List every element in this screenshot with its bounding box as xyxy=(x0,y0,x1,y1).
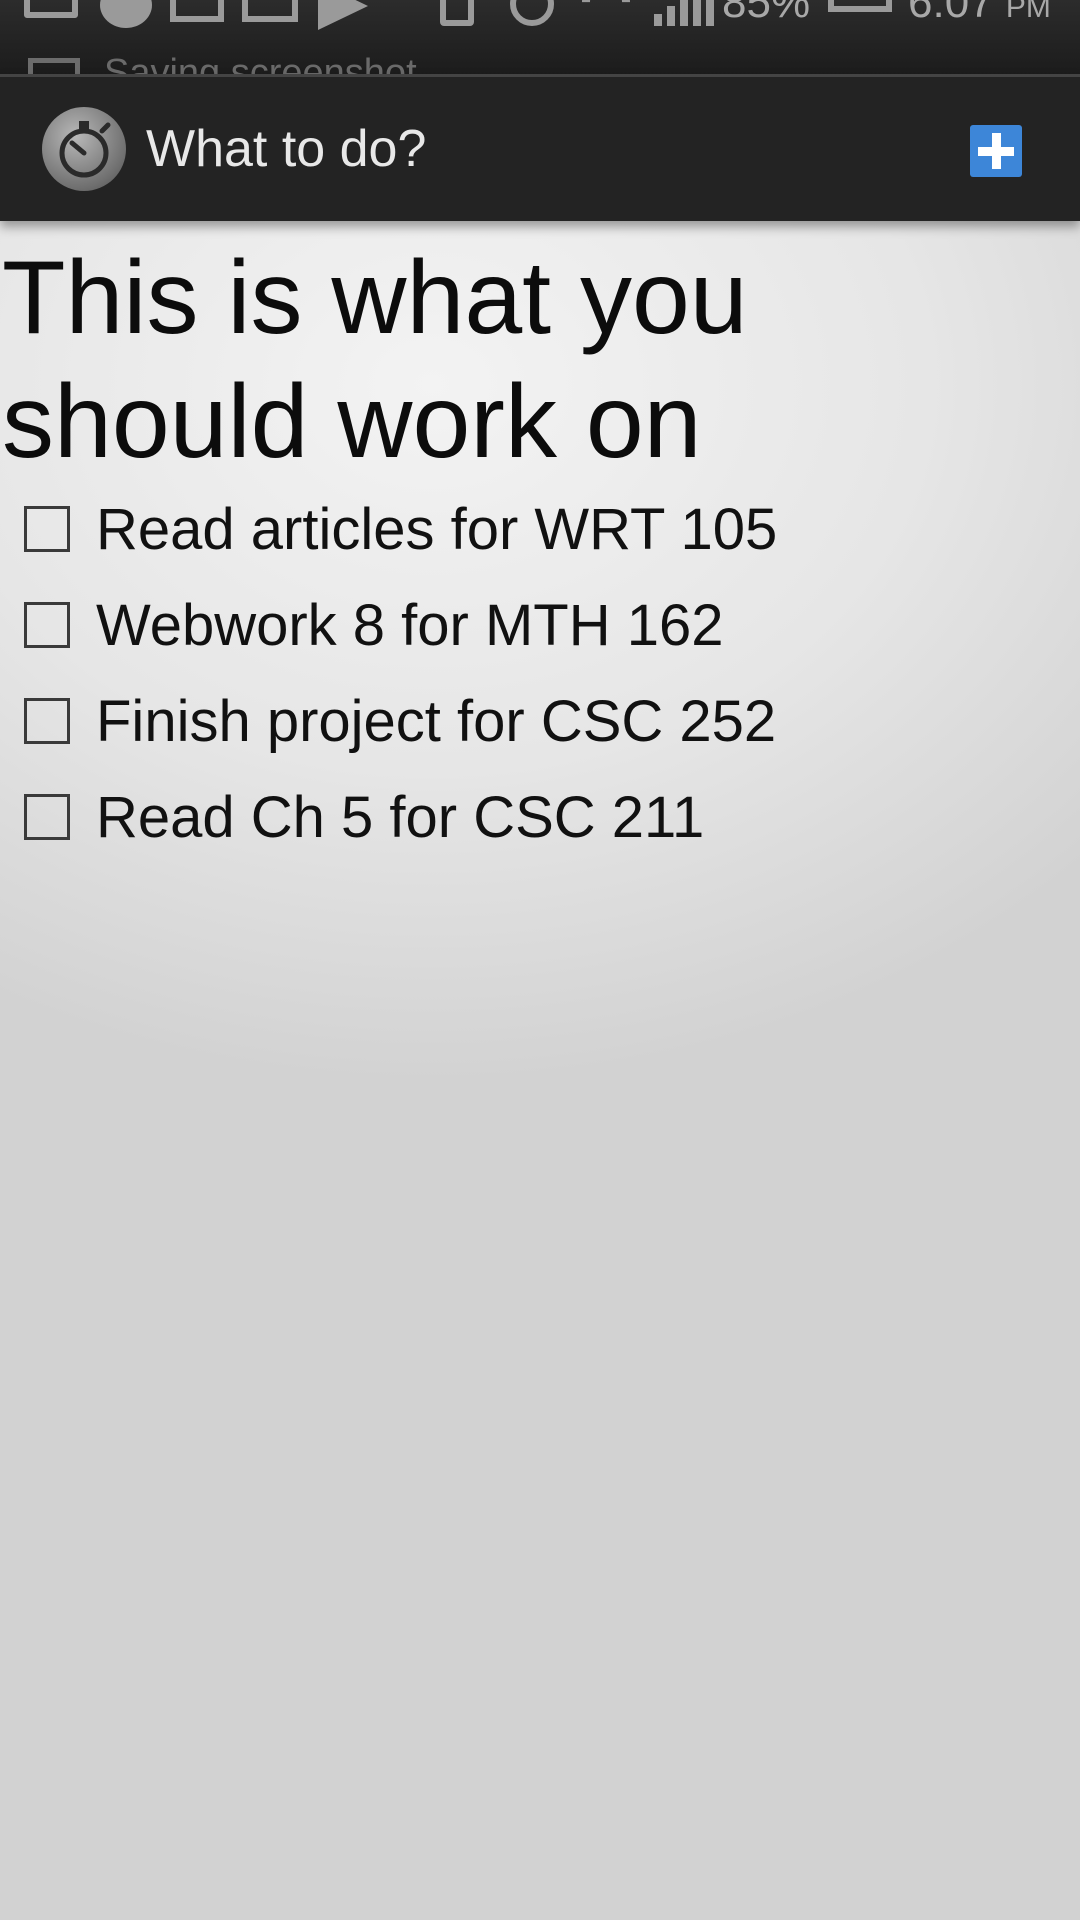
app-bar: What to do? xyxy=(0,74,1080,221)
stopwatch-icon[interactable] xyxy=(42,107,126,191)
task-label: Read Ch 5 for CSC 211 xyxy=(96,785,705,850)
task-checkbox[interactable] xyxy=(24,602,70,648)
messenger-icon xyxy=(100,0,152,28)
battery-percent: 85% xyxy=(722,0,811,27)
task-label: Read articles for WRT 105 xyxy=(96,497,778,562)
clock: 6:07 PM xyxy=(908,0,1051,28)
gallery-icon xyxy=(242,0,298,22)
add-task-button[interactable] xyxy=(970,125,1022,177)
task-checkbox[interactable] xyxy=(24,794,70,840)
task-label: Webwork 8 for MTH 162 xyxy=(96,593,724,658)
clock-ampm: PM xyxy=(1005,0,1051,24)
task-item[interactable]: Webwork 8 for MTH 162 xyxy=(0,580,1080,676)
task-list: Read articles for WRT 105 Webwork 8 for … xyxy=(0,484,1080,868)
task-checkbox[interactable] xyxy=(24,506,70,552)
signal-icon xyxy=(654,0,714,26)
task-label: Finish project for CSC 252 xyxy=(96,689,777,754)
status-bar: 85% 6:07 PM Saving screenshot... xyxy=(0,0,1080,74)
task-item[interactable]: Read articles for WRT 105 xyxy=(0,484,1080,580)
notification-ticker: Saving screenshot... xyxy=(0,56,1080,74)
battery-icon xyxy=(828,0,892,12)
task-item[interactable]: Read Ch 5 for CSC 211 xyxy=(0,772,1080,868)
vibrate-icon xyxy=(440,0,474,26)
wifi-icon xyxy=(572,0,640,36)
app-title: What to do? xyxy=(146,120,427,178)
alarm-icon xyxy=(510,0,554,26)
task-checkbox[interactable] xyxy=(24,698,70,744)
screenshot-icon xyxy=(28,58,80,74)
notification-icon xyxy=(24,0,78,18)
clock-time: 6:07 xyxy=(908,0,994,27)
upload-icon xyxy=(170,0,224,22)
task-item[interactable]: Finish project for CSC 252 xyxy=(0,676,1080,772)
page-title: This is what you should work on xyxy=(2,240,748,480)
play-store-icon xyxy=(318,0,368,30)
notification-text: Saving screenshot... xyxy=(104,56,448,74)
